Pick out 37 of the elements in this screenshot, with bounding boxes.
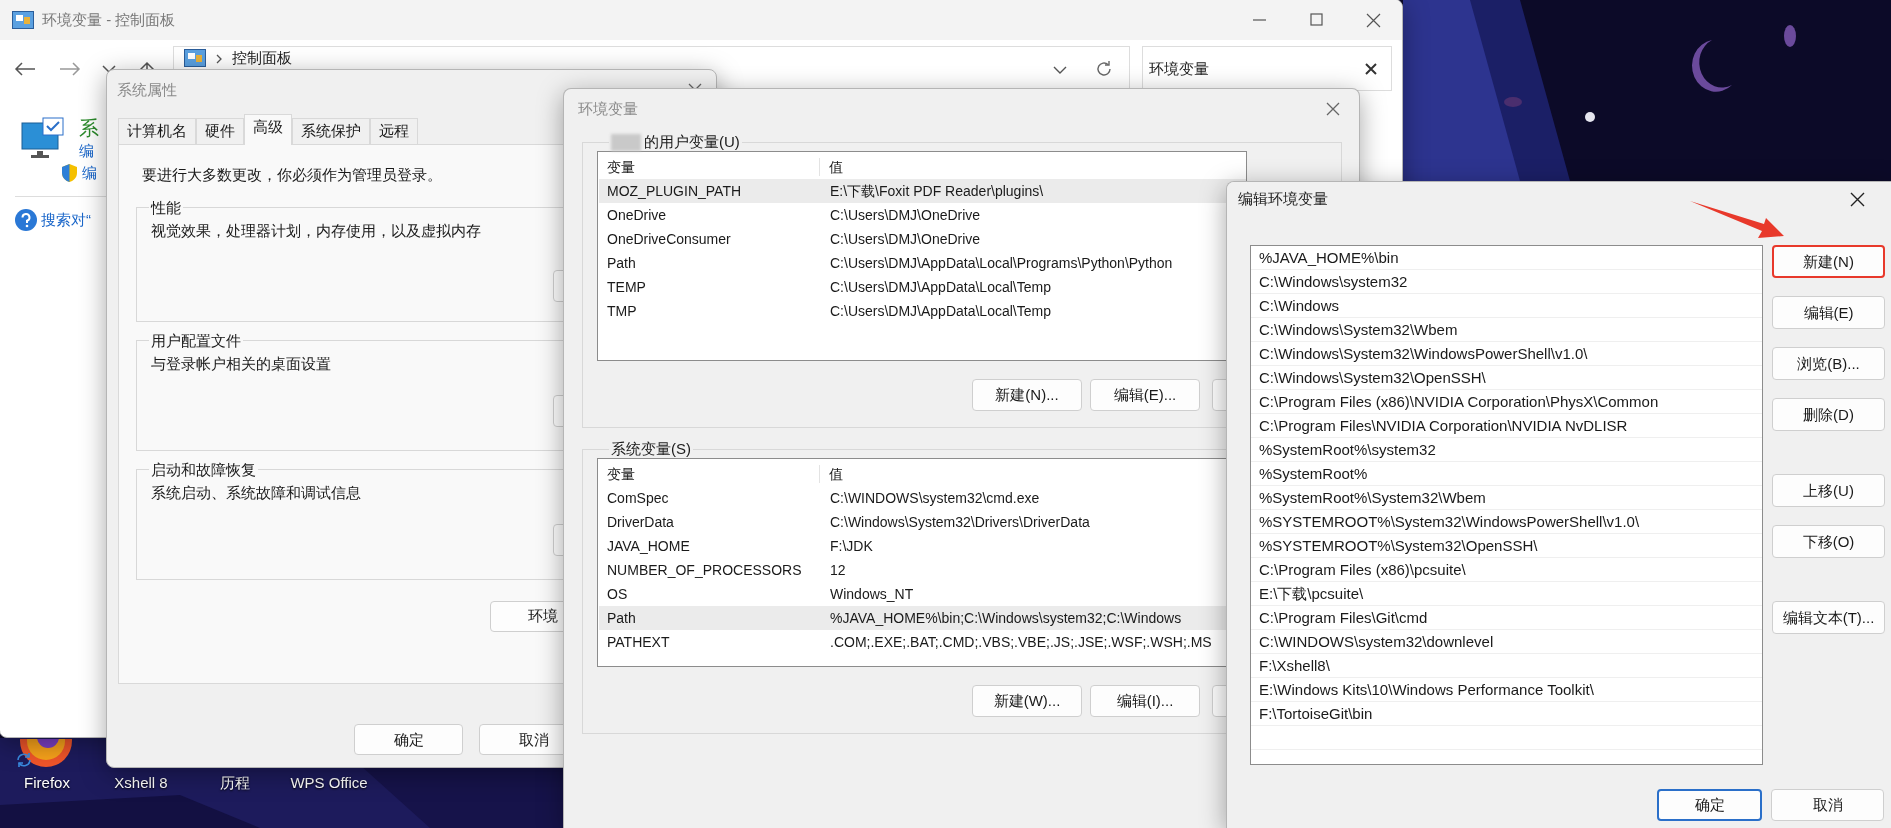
table-cell-text: 12 bbox=[829, 560, 846, 580]
group-title: 的用户变量(U) bbox=[644, 133, 740, 151]
group-text: 视觉效果，处理器计划，内存使用，以及虚拟内存 bbox=[151, 220, 481, 240]
table-cell-text: JAVA_HOME bbox=[606, 536, 691, 556]
table-cell-text: Path bbox=[606, 608, 637, 628]
table-cell-text: F:\JDK bbox=[829, 536, 873, 556]
group-text: 与登录帐户相关的桌面设置 bbox=[151, 353, 331, 373]
table-cell-text: %JAVA_HOME%\bin;C:\Windows\system32;C:\Windows bbox=[829, 608, 1182, 628]
table-cell-text: PATHEXT bbox=[606, 632, 671, 652]
window-title: 环境变量 - 控制面板 bbox=[42, 10, 176, 30]
table-cell-text: Windows_NT bbox=[829, 584, 914, 604]
table-cell-text: NUMBER_OF_PROCESSORS bbox=[606, 560, 803, 580]
group-text: 系统启动、系统故障和调试信息 bbox=[151, 482, 361, 502]
group-title: 用户配置文件 bbox=[150, 331, 242, 350]
table-cell-text: C:\WINDOWS\system32\cmd.exe bbox=[829, 488, 1040, 508]
notice-text: 要进行大多数更改，你必须作为管理员登录。 bbox=[142, 165, 442, 185]
table-cell-text: OS bbox=[606, 584, 629, 604]
table-cell-text: C:\Users\DMJ\OneDrive bbox=[829, 229, 981, 249]
table-cell-text: DriverData bbox=[606, 512, 675, 532]
table-cell-text: E:\下载\Foxit PDF Reader\plugins\ bbox=[829, 181, 1044, 201]
group-title: 启动和故障恢复 bbox=[150, 460, 257, 479]
table-cell-text: MOZ_PLUGIN_PATH bbox=[606, 181, 743, 201]
table-cell-text: C:\Users\DMJ\OneDrive bbox=[829, 205, 981, 225]
table-cell-text: .COM;.EXE;.BAT;.CMD;.VBS;.VBE;.JS;.JSE;.WSF;.WSH;.MS bbox=[829, 632, 1212, 652]
table-cell-text: OneDriveConsumer bbox=[606, 229, 732, 249]
group-title: 性能 bbox=[149, 198, 182, 217]
table-cell-text: TMP bbox=[606, 301, 638, 321]
table-cell-text: ComSpec bbox=[606, 488, 670, 508]
table-cell-text: C:\Users\DMJ\AppData\Local\Programs\Python\Python bbox=[829, 253, 1173, 273]
table-cell-text: Path bbox=[606, 253, 637, 273]
table-cell-text: C:\Users\DMJ\AppData\Local\Temp bbox=[829, 277, 1051, 297]
window-title: 环境变量 bbox=[578, 99, 638, 119]
table-cell-text: C:\Windows\System32\Drivers\DriverData bbox=[829, 512, 1090, 532]
table-cell-text: TEMP bbox=[606, 277, 647, 297]
group-title: 系统变量(S) bbox=[611, 440, 691, 458]
table-cell-text: OneDrive bbox=[606, 205, 668, 225]
table-cell-text: C:\Users\DMJ\AppData\Local\Temp bbox=[829, 301, 1051, 321]
